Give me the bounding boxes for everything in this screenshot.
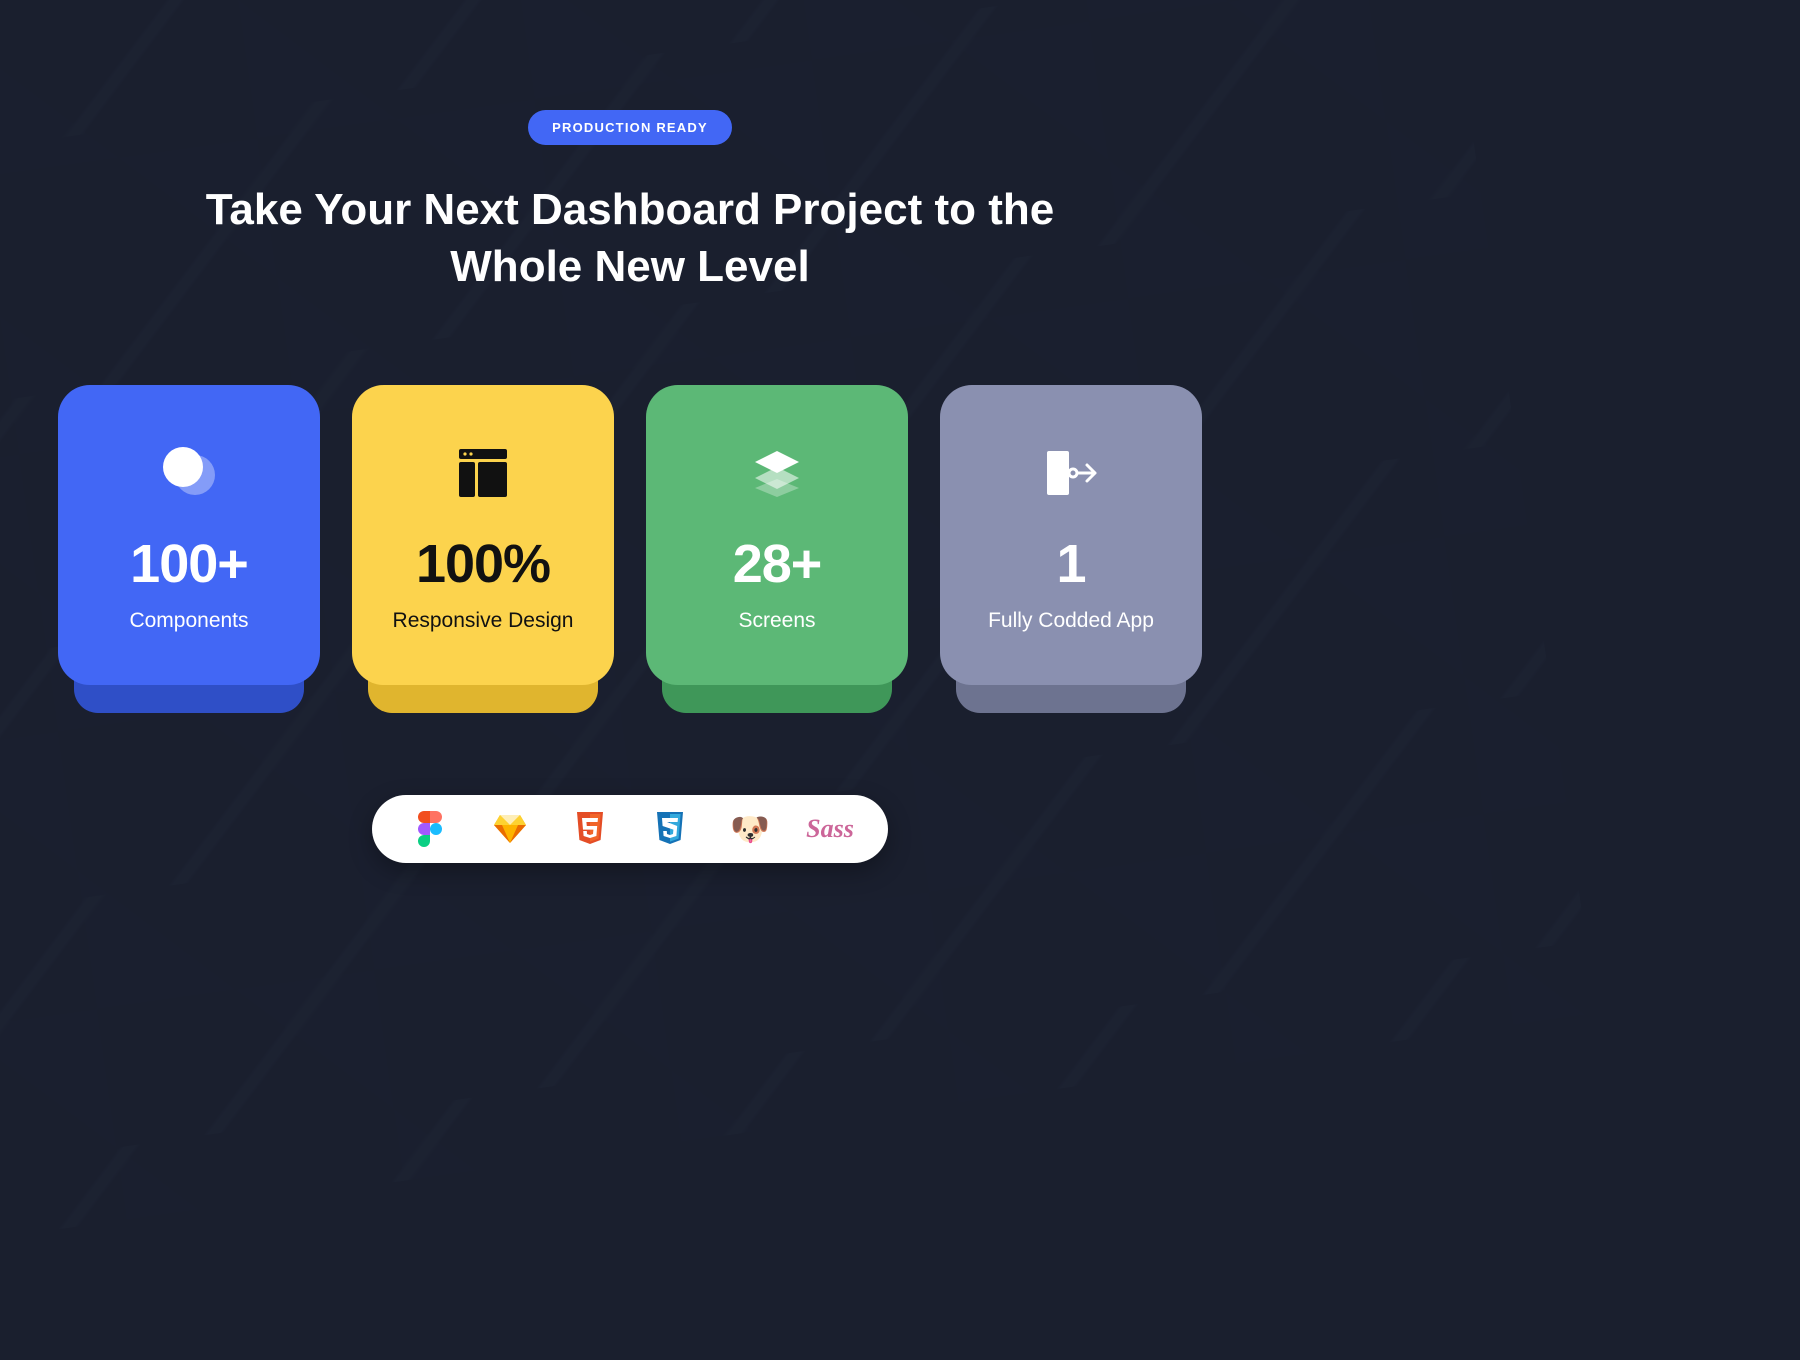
card-value: 1: [1056, 533, 1085, 595]
card-components: 100+ Components: [58, 385, 320, 685]
card-value: 28+: [733, 533, 822, 595]
css3-icon: [652, 811, 688, 847]
card-label: Fully Codded App: [988, 609, 1154, 633]
figma-icon: [412, 811, 448, 847]
exit-arrow-icon: [1037, 437, 1105, 509]
sass-icon: Sass: [812, 811, 848, 847]
card-responsive: 100% Responsive Design: [352, 385, 614, 685]
production-ready-badge: PRODUCTION READY: [528, 110, 732, 145]
card-label: Responsive Design: [393, 609, 574, 633]
feature-cards: 100+ Components 100% Responsive Design: [58, 385, 1202, 685]
card-app: 1 Fully Codded App: [940, 385, 1202, 685]
card-label: Screens: [738, 609, 815, 633]
overlap-circles-icon: [157, 437, 221, 509]
card-value: 100+: [130, 533, 248, 595]
card-screens: 28+ Screens: [646, 385, 908, 685]
card-value: 100%: [416, 533, 550, 595]
html5-icon: [572, 811, 608, 847]
headline: Take Your Next Dashboard Project to the …: [170, 181, 1090, 295]
layout-icon: [455, 437, 511, 509]
sketch-icon: [492, 811, 528, 847]
layers-icon: [749, 437, 805, 509]
card-label: Components: [129, 609, 248, 633]
tech-logos-bar: 🐶 Sass: [372, 795, 888, 863]
pug-icon: 🐶: [732, 811, 768, 847]
